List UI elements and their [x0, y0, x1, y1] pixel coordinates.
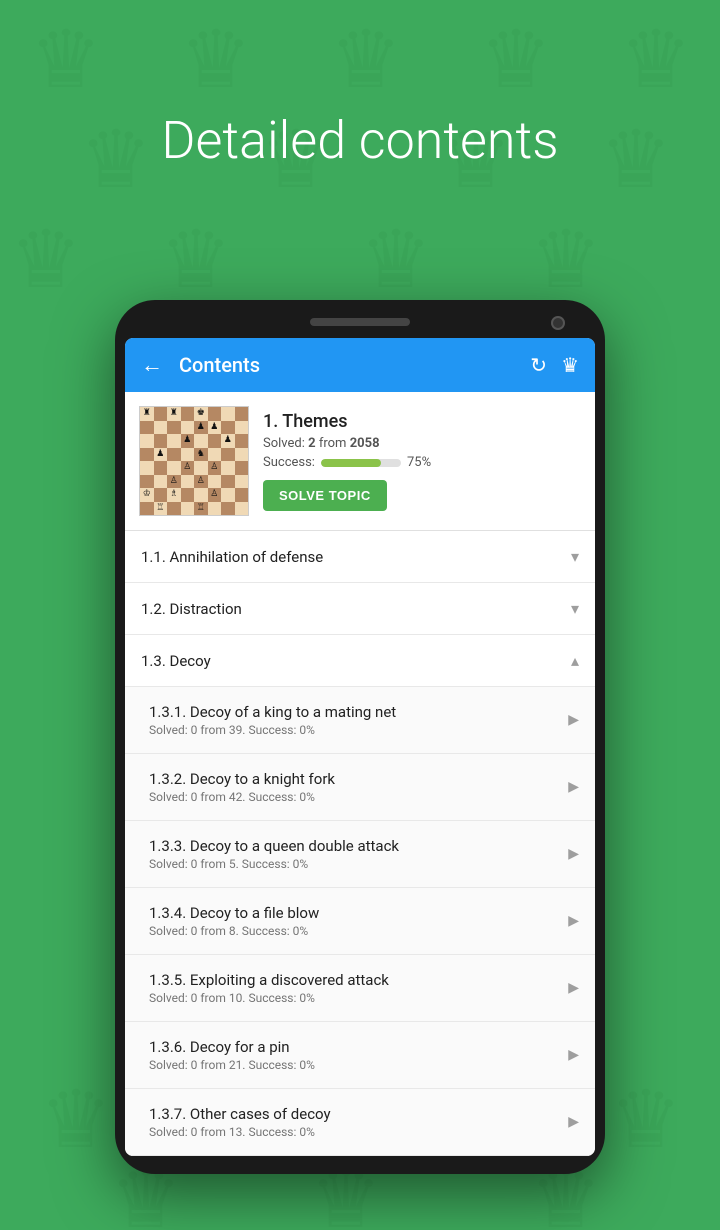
- crown-watermark: ♛: [10, 220, 82, 300]
- progress-bar-fill: [321, 459, 381, 467]
- section-1-3-4-subtitle: Solved: 0 from 8. Success: 0%: [149, 924, 560, 938]
- phone-notch: [125, 318, 595, 338]
- crown-watermark: ♛: [480, 20, 552, 100]
- section-1-3-title: 1.3. Decoy: [141, 652, 563, 670]
- success-pct: 75%: [407, 455, 431, 470]
- section-1-3-1[interactable]: 1.3.1. Decoy of a king to a mating net S…: [125, 687, 595, 754]
- chevron-up-icon: ▴: [571, 651, 579, 670]
- chevron-down-icon: ▾: [571, 547, 579, 566]
- chess-thumbnail: ♜♜♚♟♟♟♟♟♞♙♙♙♙♔♗♙♖♖: [139, 406, 249, 516]
- section-1-3-5-text: 1.3.5. Exploiting a discovered attack So…: [149, 971, 560, 1005]
- crown-watermark: ♛: [620, 20, 692, 100]
- topic-card: ♜♜♚♟♟♟♟♟♞♙♙♙♙♔♗♙♖♖ 1. Themes Solved: 2 f…: [125, 392, 595, 531]
- success-label: Success:: [263, 455, 315, 470]
- arrow-right-icon: ▶: [568, 779, 579, 795]
- crown-watermark: ♛: [30, 20, 102, 100]
- section-1-2-text: 1.2. Distraction: [141, 600, 563, 618]
- phone-frame: ← Contents ↻ ♛ ♜♜♚♟♟♟♟♟♞♙♙♙♙♔♗♙♖♖ 1. The…: [115, 300, 605, 1174]
- topic-info: 1. Themes Solved: 2 from 2058 Success: 7…: [263, 411, 581, 511]
- section-1-3[interactable]: 1.3. Decoy ▴: [125, 635, 595, 687]
- section-1-3-6-title: 1.3.6. Decoy for a pin: [149, 1038, 560, 1056]
- section-1-1[interactable]: 1.1. Annihilation of defense ▾: [125, 531, 595, 583]
- section-1-3-6-text: 1.3.6. Decoy for a pin Solved: 0 from 21…: [149, 1038, 560, 1072]
- section-1-3-7[interactable]: 1.3.7. Other cases of decoy Solved: 0 fr…: [125, 1089, 595, 1156]
- app-header: ← Contents ↻ ♛: [125, 338, 595, 392]
- arrow-right-icon: ▶: [568, 846, 579, 862]
- section-1-3-4[interactable]: 1.3.4. Decoy to a file blow Solved: 0 fr…: [125, 888, 595, 955]
- section-1-3-2-subtitle: Solved: 0 from 42. Success: 0%: [149, 790, 560, 804]
- arrow-right-icon: ▶: [568, 1114, 579, 1130]
- solve-topic-button[interactable]: SOLVE TOPIC: [263, 480, 387, 511]
- header-icons: ↻ ♛: [530, 353, 579, 377]
- section-1-3-2-title: 1.3.2. Decoy to a knight fork: [149, 770, 560, 788]
- section-1-3-1-title: 1.3.1. Decoy of a king to a mating net: [149, 703, 560, 721]
- section-1-3-3-title: 1.3.3. Decoy to a queen double attack: [149, 837, 560, 855]
- section-1-2-title: 1.2. Distraction: [141, 600, 563, 618]
- crown-watermark: ♛: [180, 20, 252, 100]
- phone-screen: ← Contents ↻ ♛ ♜♜♚♟♟♟♟♟♞♙♙♙♙♔♗♙♖♖ 1. The…: [125, 338, 595, 1156]
- topic-solved: Solved: 2 from 2058: [263, 436, 581, 451]
- section-1-3-text: 1.3. Decoy: [141, 652, 563, 670]
- topic-name: 1. Themes: [263, 411, 581, 432]
- chevron-down-icon: ▾: [571, 599, 579, 618]
- section-1-1-text: 1.1. Annihilation of defense: [141, 548, 563, 566]
- arrow-right-icon: ▶: [568, 913, 579, 929]
- section-1-3-2[interactable]: 1.3.2. Decoy to a knight fork Solved: 0 …: [125, 754, 595, 821]
- progress-bar-container: [321, 459, 401, 467]
- section-1-1-title: 1.1. Annihilation of defense: [141, 548, 563, 566]
- back-button[interactable]: ←: [141, 352, 163, 378]
- section-1-3-4-text: 1.3.4. Decoy to a file blow Solved: 0 fr…: [149, 904, 560, 938]
- arrow-right-icon: ▶: [568, 1047, 579, 1063]
- phone-speaker: [310, 318, 410, 326]
- crown-watermark: ♛: [40, 1080, 112, 1160]
- butterfly-icon[interactable]: ♛: [561, 353, 579, 377]
- header-title: Contents: [179, 353, 514, 377]
- crown-watermark: ♛: [530, 220, 602, 300]
- topic-success-row: Success: 75%: [263, 455, 581, 470]
- refresh-icon[interactable]: ↻: [530, 353, 547, 377]
- section-1-3-2-text: 1.3.2. Decoy to a knight fork Solved: 0 …: [149, 770, 560, 804]
- section-1-3-3-subtitle: Solved: 0 from 5. Success: 0%: [149, 857, 560, 871]
- arrow-right-icon: ▶: [568, 980, 579, 996]
- arrow-right-icon: ▶: [568, 712, 579, 728]
- section-1-2[interactable]: 1.2. Distraction ▾: [125, 583, 595, 635]
- section-1-3-1-text: 1.3.1. Decoy of a king to a mating net S…: [149, 703, 560, 737]
- section-1-3-3[interactable]: 1.3.3. Decoy to a queen double attack So…: [125, 821, 595, 888]
- section-1-3-6[interactable]: 1.3.6. Decoy for a pin Solved: 0 from 21…: [125, 1022, 595, 1089]
- section-1-3-5-subtitle: Solved: 0 from 10. Success: 0%: [149, 991, 560, 1005]
- section-1-3-4-title: 1.3.4. Decoy to a file blow: [149, 904, 560, 922]
- section-1-3-1-subtitle: Solved: 0 from 39. Success: 0%: [149, 723, 560, 737]
- section-1-3-5-title: 1.3.5. Exploiting a discovered attack: [149, 971, 560, 989]
- section-1-3-7-title: 1.3.7. Other cases of decoy: [149, 1105, 560, 1123]
- crown-watermark: ♛: [610, 1080, 682, 1160]
- section-1-3-7-text: 1.3.7. Other cases of decoy Solved: 0 fr…: [149, 1105, 560, 1139]
- section-1-3-7-subtitle: Solved: 0 from 13. Success: 0%: [149, 1125, 560, 1139]
- section-1-3-3-text: 1.3.3. Decoy to a queen double attack So…: [149, 837, 560, 871]
- crown-watermark: ♛: [330, 20, 402, 100]
- phone-camera: [551, 316, 565, 330]
- crown-watermark: ♛: [360, 220, 432, 300]
- section-1-3-5[interactable]: 1.3.5. Exploiting a discovered attack So…: [125, 955, 595, 1022]
- section-1-3-6-subtitle: Solved: 0 from 21. Success: 0%: [149, 1058, 560, 1072]
- crown-watermark: ♛: [160, 220, 232, 300]
- page-title: Detailed contents: [0, 110, 720, 171]
